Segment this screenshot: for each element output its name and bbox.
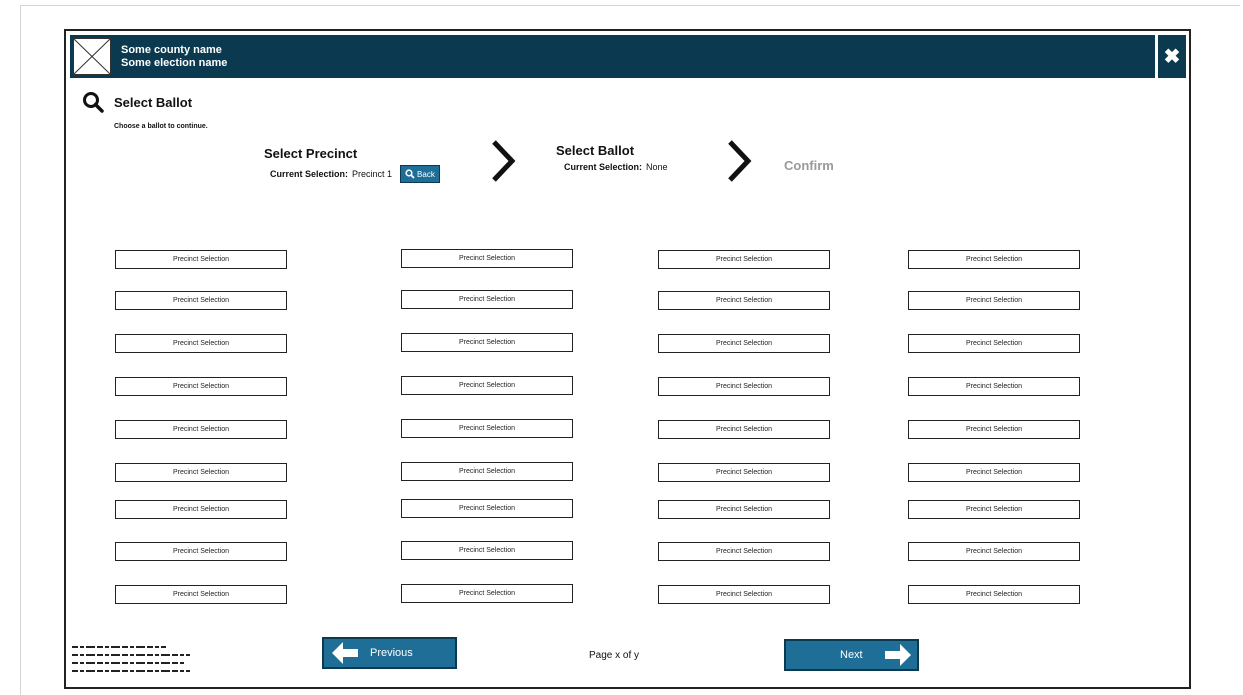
precinct-selection-button[interactable]: Precinct Selection — [658, 463, 830, 482]
precinct-selection-button[interactable]: Precinct Selection — [908, 334, 1080, 353]
precinct-selection-button[interactable]: Precinct Selection — [658, 291, 830, 310]
precinct-selection-button[interactable]: Precinct Selection — [115, 334, 287, 353]
arrow-right-icon — [884, 644, 911, 666]
precinct-selection-button[interactable]: Precinct Selection — [401, 584, 573, 603]
precinct-selection-button[interactable]: Precinct Selection — [658, 542, 830, 561]
selection-value: Precinct 1 — [352, 169, 393, 179]
next-label: Next — [840, 649, 863, 661]
precinct-selection-button[interactable]: Precinct Selection — [908, 250, 1080, 269]
precinct-selection-button[interactable]: Precinct Selection — [401, 249, 573, 268]
search-icon — [82, 91, 104, 113]
step-selection: Current Selection: Precinct 1 Back — [270, 165, 440, 183]
precinct-selection-button[interactable]: Precinct Selection — [401, 419, 573, 438]
precinct-selection-button[interactable]: Precinct Selection — [115, 500, 287, 519]
step-select-ballot: Select Ballot Current Selection: None — [556, 143, 668, 172]
precinct-selection-button[interactable]: Precinct Selection — [401, 333, 573, 352]
selection-value: None — [646, 162, 668, 172]
logo-placeholder — [73, 38, 111, 75]
back-label: Back — [417, 169, 435, 179]
precinct-selection-button[interactable]: Precinct Selection — [908, 377, 1080, 396]
precinct-selection-button[interactable]: Precinct Selection — [115, 463, 287, 482]
precinct-selection-button[interactable]: Precinct Selection — [115, 250, 287, 269]
precinct-selection-button[interactable]: Precinct Selection — [115, 420, 287, 439]
arrow-left-icon — [332, 642, 358, 664]
close-button[interactable]: ✖ — [1158, 35, 1186, 78]
precinct-selection-button[interactable]: Precinct Selection — [908, 291, 1080, 310]
election-name: Some election name — [121, 57, 228, 69]
page-title: Select Ballot — [114, 94, 193, 110]
title-row: Select Ballot — [82, 91, 192, 113]
precinct-selection-button[interactable]: Precinct Selection — [908, 585, 1080, 604]
step-selection: Current Selection: None — [564, 162, 668, 172]
step-confirm: Confirm — [784, 158, 834, 173]
next-button[interactable]: Next — [784, 639, 919, 671]
step-title: Select Ballot — [556, 143, 635, 158]
precinct-selection-button[interactable]: Precinct Selection — [908, 500, 1080, 519]
precinct-selection-button[interactable]: Precinct Selection — [658, 250, 830, 269]
precinct-selection-button[interactable]: Precinct Selection — [401, 541, 573, 560]
app-header: Some county name Some election name — [70, 35, 1155, 78]
precinct-selection-button[interactable]: Precinct Selection — [908, 463, 1080, 482]
header-text: Some county name Some election name — [121, 44, 227, 70]
previous-label: Previous — [370, 647, 413, 659]
instructions: Choose a ballot to continue. — [114, 123, 208, 130]
search-icon — [405, 169, 415, 179]
chevron-right-icon — [728, 140, 752, 182]
previous-button[interactable]: Previous — [322, 637, 457, 669]
chevron-right-icon — [492, 140, 516, 182]
selection-label: Current Selection: — [564, 162, 643, 172]
precinct-selection-button[interactable]: Precinct Selection — [401, 376, 573, 395]
page-indicator: Page x of y — [589, 650, 640, 661]
precinct-selection-button[interactable]: Precinct Selection — [908, 542, 1080, 561]
app-frame: Some county name Some election name ✖ Se… — [64, 29, 1191, 689]
close-icon: ✖ — [1163, 46, 1181, 68]
selection-label: Current Selection: — [270, 169, 349, 179]
precinct-selection-button[interactable]: Precinct Selection — [115, 291, 287, 310]
precinct-selection-button[interactable]: Precinct Selection — [115, 585, 287, 604]
precinct-selection-button[interactable]: Precinct Selection — [401, 462, 573, 481]
precinct-selection-button[interactable]: Precinct Selection — [115, 377, 287, 396]
precinct-selection-button[interactable]: Precinct Selection — [658, 377, 830, 396]
precinct-selection-button[interactable]: Precinct Selection — [908, 420, 1080, 439]
precinct-selection-button[interactable]: Precinct Selection — [401, 290, 573, 309]
step-select-precinct: Select Precinct Current Selection: Preci… — [264, 146, 440, 183]
step-title: Select Precinct — [264, 146, 358, 161]
back-button[interactable]: Back — [400, 165, 440, 183]
precinct-selection-button[interactable]: Precinct Selection — [115, 542, 287, 561]
precinct-selection-button[interactable]: Precinct Selection — [401, 499, 573, 518]
precinct-selection-button[interactable]: Precinct Selection — [658, 585, 830, 604]
county-name: Some county name — [121, 44, 222, 56]
precinct-selection-button[interactable]: Precinct Selection — [658, 500, 830, 519]
footer-fine-print — [72, 646, 190, 672]
precinct-selection-button[interactable]: Precinct Selection — [658, 334, 830, 353]
precinct-selection-button[interactable]: Precinct Selection — [658, 420, 830, 439]
